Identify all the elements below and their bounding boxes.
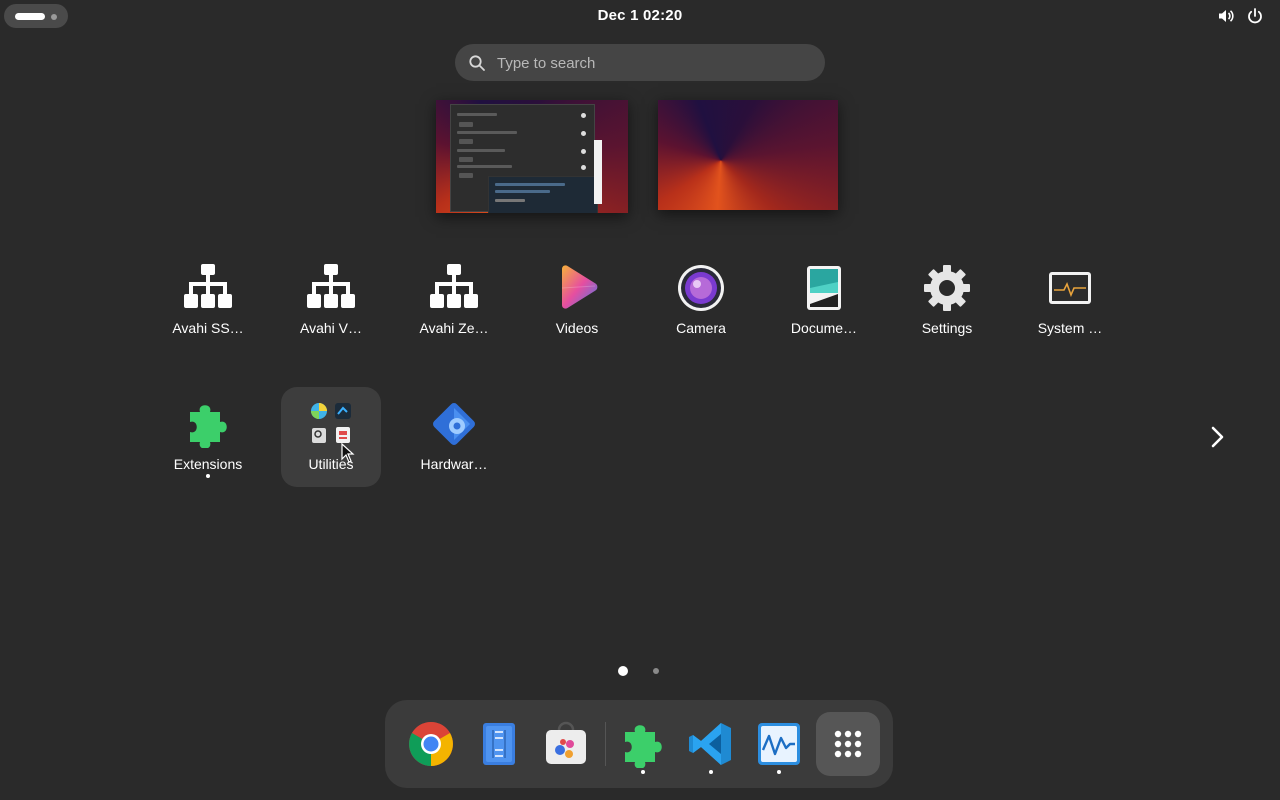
dock-item-system-monitor[interactable] — [747, 712, 811, 776]
app-label: Avahi Ze… — [419, 320, 489, 336]
dock-item-extensions[interactable] — [611, 712, 675, 776]
camera-icon — [678, 265, 724, 311]
app-label: Utilities — [308, 456, 354, 472]
workspace-indicator-active — [15, 13, 45, 20]
app-videos[interactable]: Videos — [527, 250, 627, 350]
app-settings[interactable]: Settings — [897, 250, 997, 350]
next-page-arrow-icon[interactable] — [1204, 424, 1230, 450]
app-label: Extensions — [173, 456, 243, 472]
workspace-wallpaper — [658, 100, 838, 210]
app-label: Hardwar… — [420, 456, 488, 472]
hardware-gear-icon — [433, 403, 475, 445]
activities-button[interactable] — [4, 4, 68, 28]
app-label: Videos — [555, 320, 599, 336]
dock-item-show-apps[interactable] — [816, 712, 880, 776]
network-icon — [184, 264, 232, 308]
dock-item-software[interactable] — [534, 712, 598, 776]
dock-item-chrome[interactable] — [399, 712, 463, 776]
app-grid-icon — [834, 730, 862, 758]
software-store-icon — [546, 721, 586, 764]
volume-icon[interactable] — [1217, 7, 1235, 25]
chrome-icon — [409, 722, 453, 766]
power-icon[interactable] — [1246, 7, 1264, 25]
app-avahi-zeroconf[interactable]: Avahi Ze… — [404, 250, 504, 350]
app-extensions[interactable]: Extensions — [158, 387, 258, 487]
search-bar[interactable] — [455, 44, 825, 83]
search-icon — [469, 55, 485, 71]
dock-item-vscode[interactable] — [679, 712, 743, 776]
running-indicator — [777, 770, 781, 774]
running-indicator — [641, 770, 645, 774]
app-hardware[interactable]: Hardwar… — [404, 387, 504, 487]
extensions-puzzle-icon — [625, 725, 662, 768]
system-monitor-icon — [758, 723, 800, 765]
videos-icon — [561, 265, 598, 309]
workspace-thumbnail-2[interactable] — [658, 100, 838, 210]
app-document-scanner[interactable]: Docume… — [774, 250, 874, 350]
app-label: Settings — [921, 320, 973, 336]
text-editor-icon — [483, 723, 515, 765]
dock — [385, 700, 893, 788]
clock[interactable]: Dec 1 02:20 — [560, 7, 720, 24]
app-avahi-vnc[interactable]: Avahi V… — [281, 250, 381, 350]
app-label: System … — [1037, 320, 1103, 336]
app-system-monitor[interactable]: System … — [1020, 250, 1120, 350]
document-scanner-icon — [807, 266, 841, 310]
dock-separator — [605, 722, 606, 766]
app-folder-utilities[interactable]: Utilities — [281, 387, 381, 487]
app-avahi-ssh[interactable]: Avahi SS… — [158, 250, 258, 350]
page-indicator-2[interactable] — [653, 668, 659, 674]
window-thumbnail-browser — [594, 140, 602, 204]
extensions-puzzle-icon — [190, 405, 227, 448]
search-input[interactable] — [495, 44, 809, 83]
settings-gear-icon — [924, 265, 970, 311]
workspace-thumbnail-1[interactable] — [436, 100, 628, 213]
folder-grid-icon — [311, 403, 351, 443]
running-indicator — [709, 770, 713, 774]
network-icon — [430, 264, 478, 308]
app-camera[interactable]: Camera — [651, 250, 751, 350]
mouse-pointer-icon — [341, 443, 355, 463]
vscode-icon — [689, 723, 731, 765]
workspace-indicator-inactive — [51, 14, 57, 20]
page-indicator-1[interactable] — [618, 666, 628, 676]
network-icon — [307, 264, 355, 308]
system-monitor-icon — [1049, 272, 1091, 304]
dock-item-text-editor[interactable] — [467, 712, 531, 776]
app-label: Avahi SS… — [172, 320, 244, 336]
app-label: Camera — [676, 320, 726, 336]
running-indicator — [206, 474, 210, 478]
window-thumbnail-terminal — [488, 176, 598, 213]
app-label: Docume… — [790, 320, 858, 336]
top-bar: Dec 1 02:20 — [0, 0, 1280, 32]
app-label: Avahi V… — [300, 320, 362, 336]
